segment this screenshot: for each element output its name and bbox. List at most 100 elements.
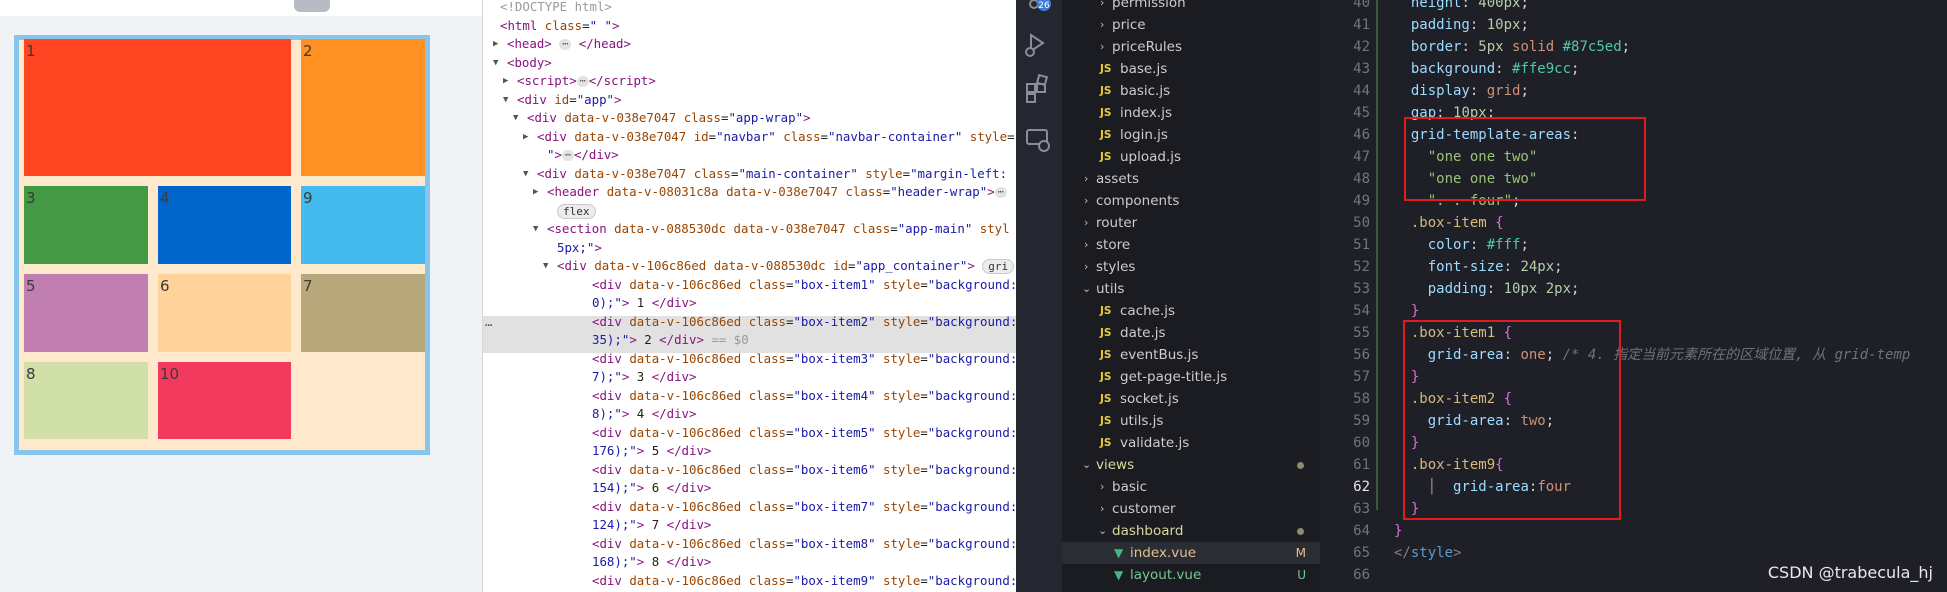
- dom-node-line[interactable]: <div data-v-106c86ed class="box-item2" s…: [483, 313, 1016, 331]
- expand-toggle-icon[interactable]: ▼: [503, 91, 513, 109]
- code-text: color: #fff;: [1427, 237, 1529, 253]
- code-line[interactable]: 41 padding: 10px;: [1320, 14, 1947, 36]
- explorer-item[interactable]: ⌄ views: [1062, 454, 1320, 476]
- dom-node-line[interactable]: flex: [483, 202, 1016, 220]
- explorer-item[interactable]: JS base.js: [1062, 58, 1320, 80]
- code-line[interactable]: 52 font-size: 24px;: [1320, 256, 1947, 278]
- explorer-item[interactable]: › assets: [1062, 168, 1320, 190]
- explorer-item[interactable]: JS eventBus.js: [1062, 344, 1320, 366]
- expand-toggle-icon[interactable]: ▼: [533, 220, 543, 238]
- dom-node-line[interactable]: <!DOCTYPE html>: [483, 0, 1016, 16]
- explorer-item[interactable]: › basic: [1062, 476, 1320, 498]
- code-line[interactable]: 65 </style>: [1320, 542, 1947, 564]
- dom-node-line[interactable]: ▶ <script> ⋯ </script>: [483, 72, 1016, 90]
- dom-node-line[interactable]: <div data-v-106c86ed class="box-item6" s…: [483, 461, 1016, 479]
- explorer-item[interactable]: › components: [1062, 190, 1320, 212]
- dom-node-line[interactable]: <div data-v-106c86ed class="box-item4" s…: [483, 387, 1016, 405]
- dom-node-line[interactable]: <div data-v-106c86ed class="box-item1" s…: [483, 276, 1016, 294]
- source-control-icon[interactable]: [1029, 0, 1039, 9]
- explorer-item[interactable]: › store: [1062, 234, 1320, 256]
- explorer-item[interactable]: JS login.js: [1062, 124, 1320, 146]
- dom-node-line[interactable]: ▼ <body>: [483, 54, 1016, 72]
- dom-node-line[interactable]: <div data-v-106c86ed class="box-item3" s…: [483, 350, 1016, 368]
- vue-file-icon: ▼: [1114, 568, 1124, 582]
- expand-toggle-icon[interactable]: ▼: [523, 165, 533, 183]
- dom-node-line[interactable]: ▼ <section data-v-088530dc data-v-038e704…: [483, 220, 1016, 238]
- explorer-item[interactable]: › styles: [1062, 256, 1320, 278]
- dom-node-line[interactable]: <div data-v-106c86ed class="box-item9" s…: [483, 572, 1016, 590]
- line-number: 60: [1353, 435, 1370, 451]
- code-line[interactable]: 42 border: 5px solid #87c5ed;: [1320, 36, 1947, 58]
- code-line[interactable]: 54 }: [1320, 300, 1947, 322]
- explorer-item[interactable]: JS get-page-title.js: [1062, 366, 1320, 388]
- explorer-item[interactable]: ▼ index.vue M: [1062, 542, 1320, 564]
- javascript-file-icon: JS: [1100, 393, 1112, 405]
- code-line[interactable]: 53 padding: 10px 2px;: [1320, 278, 1947, 300]
- line-number: 46: [1353, 127, 1370, 143]
- dom-node-line[interactable]: 168);"> 8 </div>: [483, 553, 1016, 571]
- explorer-item[interactable]: JS index.js: [1062, 102, 1320, 124]
- dom-node-line[interactable]: 124);"> 7 </div>: [483, 516, 1016, 534]
- explorer-item[interactable]: ⌄ dashboard: [1062, 520, 1320, 542]
- explorer-item[interactable]: › customer: [1062, 498, 1320, 520]
- dom-node-line[interactable]: ▶ <head> ⋯ </head>: [483, 35, 1016, 53]
- explorer-item[interactable]: › price: [1062, 14, 1320, 36]
- line-number: 56: [1353, 347, 1370, 363]
- expand-toggle-icon[interactable]: ▶: [533, 183, 543, 201]
- extensions-icon[interactable]: [1026, 73, 1049, 103]
- dom-node-line[interactable]: 0);"> 1 </div>: [483, 294, 1016, 312]
- dom-node-line[interactable]: <div data-v-106c86ed class="box-item7" s…: [483, 498, 1016, 516]
- dom-node-line[interactable]: ▼ <div data-v-038e7047 class="app-wrap">: [483, 109, 1016, 127]
- remote-explorer-icon[interactable]: [1026, 129, 1050, 152]
- dom-node-line[interactable]: 154);"> 6 </div>: [483, 479, 1016, 497]
- dom-node-line[interactable]: 8);"> 4 </div>: [483, 405, 1016, 423]
- line-number: 53: [1353, 281, 1370, 297]
- dom-node-line[interactable]: ▼ <div data-v-038e7047 class="main-contai…: [483, 165, 1016, 183]
- dom-node-line[interactable]: <div data-v-106c86ed class="box-item8" s…: [483, 535, 1016, 553]
- code-line[interactable]: 64}: [1320, 520, 1947, 542]
- dom-node-line[interactable]: "> ⋯ </div>: [483, 146, 1016, 164]
- explorer-item[interactable]: JS date.js: [1062, 322, 1320, 344]
- explorer-item[interactable]: JS utils.js: [1062, 410, 1320, 432]
- code-line[interactable]: 50 .box-item {: [1320, 212, 1947, 234]
- dom-node-line[interactable]: ▶ <div data-v-038e7047 id="navbar" class=…: [483, 128, 1016, 146]
- explorer-item[interactable]: › permission: [1062, 0, 1320, 14]
- dom-node-line[interactable]: ▶ <header data-v-08031c8a data-v-038e7047…: [483, 183, 1016, 201]
- expand-toggle-icon[interactable]: ▶: [493, 35, 503, 53]
- explorer-item[interactable]: JS basic.js: [1062, 80, 1320, 102]
- code-line[interactable]: 51 color: #fff;: [1320, 234, 1947, 256]
- dom-node-line[interactable]: 5px;">: [483, 239, 1016, 257]
- line-number: 54: [1353, 303, 1370, 319]
- explorer-item[interactable]: › router: [1062, 212, 1320, 234]
- expand-toggle-icon[interactable]: ▼: [543, 257, 553, 275]
- run-debug-icon[interactable]: [1025, 33, 1045, 57]
- expand-toggle-icon[interactable]: ▶: [503, 72, 513, 90]
- dom-node-line[interactable]: ▼ <div data-v-106c86ed data-v-088530dc id…: [483, 257, 1016, 275]
- chevron-right-icon: ›: [1084, 172, 1089, 185]
- explorer-item[interactable]: JS cache.js: [1062, 300, 1320, 322]
- javascript-file-icon: JS: [1100, 107, 1112, 119]
- dom-node-line[interactable]: 7);"> 3 </div>: [483, 368, 1016, 386]
- explorer-item[interactable]: › priceRules: [1062, 36, 1320, 58]
- code-line[interactable]: 40 height: 400px;: [1320, 0, 1947, 14]
- dom-node-line[interactable]: <div data-v-106c86ed class="box-item5" s…: [483, 424, 1016, 442]
- explorer-item[interactable]: ⌄ utils: [1062, 278, 1320, 300]
- dom-node-line[interactable]: ▼ <div id="app">: [483, 91, 1016, 109]
- explorer-item[interactable]: JS upload.js: [1062, 146, 1320, 168]
- dom-node-line[interactable]: 35);"> 2 </div> == $0: [483, 331, 1016, 349]
- explorer-item[interactable]: ▼ layout.vue U: [1062, 564, 1320, 586]
- expand-toggle-icon[interactable]: ▼: [493, 54, 503, 72]
- code-line[interactable]: 44 display: grid;: [1320, 80, 1947, 102]
- explorer-item-label: get-page-title.js: [1120, 369, 1228, 385]
- line-number: 44: [1353, 83, 1370, 99]
- code-line[interactable]: 43 background: #ffe9cc;: [1320, 58, 1947, 80]
- explorer-item[interactable]: JS socket.js: [1062, 388, 1320, 410]
- expand-toggle-icon[interactable]: ▼: [513, 109, 523, 127]
- node-menu-icon[interactable]: ⋯: [485, 318, 492, 332]
- resize-handle[interactable]: [294, 0, 330, 12]
- code-editor[interactable]: 40 height: 400px; 41 padding: 10px; 42 bor…: [1320, 0, 1947, 592]
- explorer-item[interactable]: JS validate.js: [1062, 432, 1320, 454]
- expand-toggle-icon[interactable]: ▶: [523, 128, 533, 146]
- dom-node-line[interactable]: 176);"> 5 </div>: [483, 442, 1016, 460]
- dom-node-line[interactable]: <html class=" ">: [483, 17, 1016, 35]
